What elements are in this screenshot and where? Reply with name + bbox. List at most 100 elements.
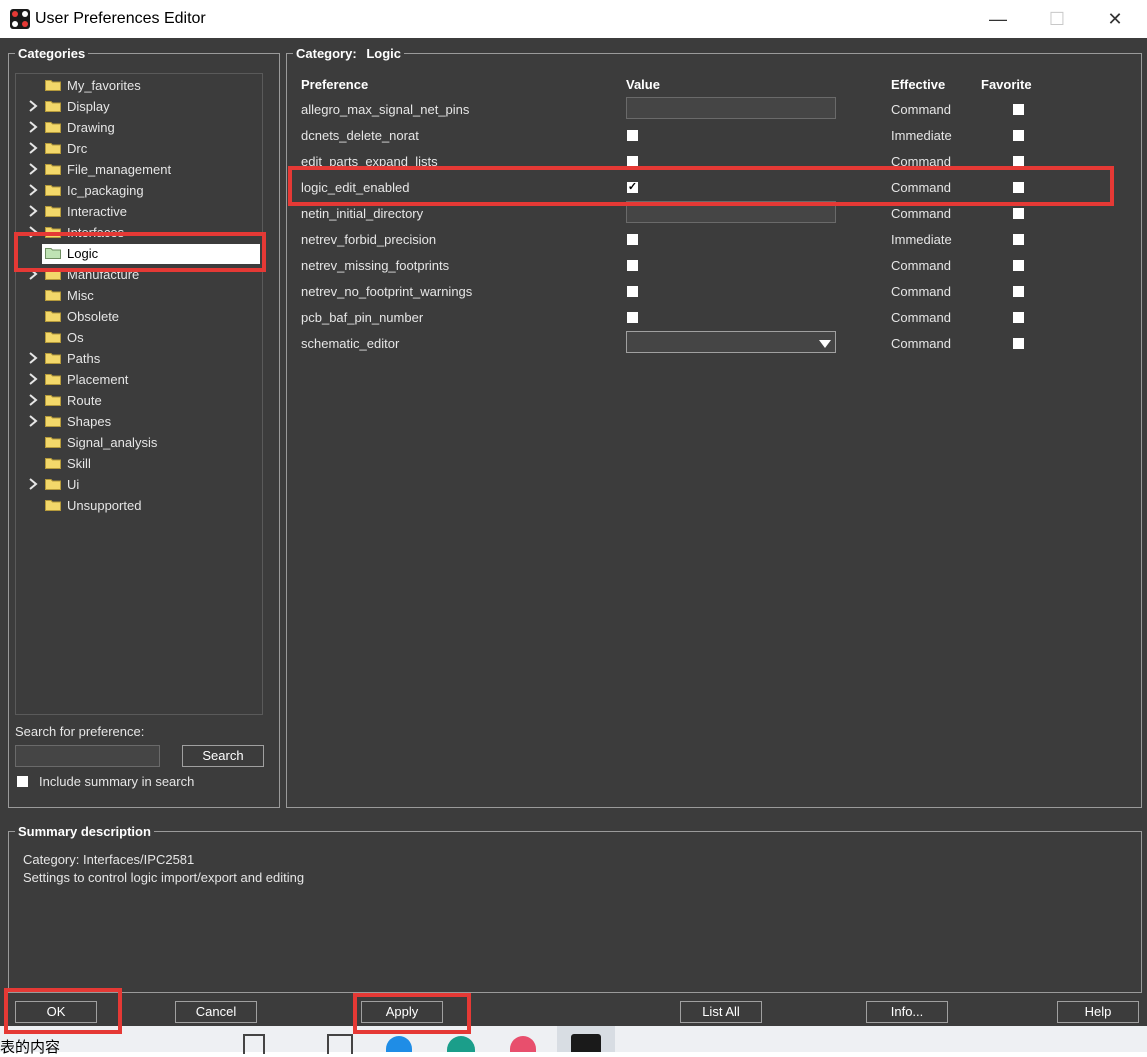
tree-item-drc[interactable]: Drc [16,139,260,159]
close-icon[interactable]: ✕ [1085,0,1145,38]
folder-icon [45,352,61,364]
help-button[interactable]: Help [1057,1001,1139,1023]
tree-item-ic-packaging[interactable]: Ic_packaging [16,181,260,201]
preference-row[interactable]: pcb_baf_pin_number Command [300,305,1120,331]
taskbar-app-icon[interactable] [510,1036,536,1052]
chevron-right-icon[interactable] [27,183,39,197]
taskbar-app-icon[interactable] [447,1036,475,1052]
value-checkbox[interactable] [627,130,638,141]
value-input[interactable] [626,97,836,119]
preference-row[interactable]: dcnets_delete_norat Immediate [300,123,1120,149]
effective-value: Immediate [891,232,952,247]
search-input[interactable] [15,745,160,767]
favorite-checkbox[interactable] [1013,130,1024,141]
taskbar-app-icon[interactable] [243,1034,265,1054]
taskbar-app-icon[interactable] [327,1034,353,1054]
folder-icon [45,394,61,406]
tree-item-ui[interactable]: Ui [16,475,260,495]
tree-item-label: Misc [67,288,94,303]
effective-value: Command [891,336,951,351]
tree-item-file-management[interactable]: File_management [16,160,260,180]
preference-name: allegro_max_signal_net_pins [301,102,470,117]
tree-item-label: Display [67,99,110,114]
preference-row[interactable]: netrev_no_footprint_warnings Command [300,279,1120,305]
maximize-icon[interactable]: ☐ [1027,0,1087,38]
tree-item-my-favorites[interactable]: My_favorites [16,76,260,96]
chevron-right-icon[interactable] [27,351,39,365]
folder-icon [45,499,61,511]
favorite-checkbox[interactable] [1013,234,1024,245]
tree-item-unsupported[interactable]: Unsupported [16,496,260,516]
tree-item-label: Signal_analysis [67,435,158,450]
folder-icon [45,79,61,91]
window-title: User Preferences Editor [35,10,206,27]
preference-name: pcb_baf_pin_number [301,310,424,325]
value-checkbox[interactable] [627,234,638,245]
preference-row[interactable]: netrev_missing_footprints Command [300,253,1120,279]
favorite-checkbox[interactable] [1013,260,1024,271]
category-panel-label: Category: Logic [293,46,404,61]
tree-item-paths[interactable]: Paths [16,349,260,369]
highlight-logic-category [14,232,266,272]
tree-item-placement[interactable]: Placement [16,370,260,390]
preference-name: dcnets_delete_norat [301,128,419,143]
cancel-button[interactable]: Cancel [175,1001,257,1023]
search-label: Search for preference: [15,724,145,739]
chevron-right-icon[interactable] [27,204,39,218]
tree-item-label: Drawing [67,120,115,135]
chevron-right-icon[interactable] [27,99,39,113]
app-taskbar-icon [571,1034,601,1052]
tree-item-misc[interactable]: Misc [16,286,260,306]
value-checkbox[interactable] [627,286,638,297]
effective-value: Command [891,310,951,325]
search-button[interactable]: Search [182,745,264,767]
tree-item-signal-analysis[interactable]: Signal_analysis [16,433,260,453]
value-checkbox[interactable] [627,260,638,271]
favorite-checkbox[interactable] [1013,208,1024,219]
tree-item-shapes[interactable]: Shapes [16,412,260,432]
chevron-right-icon[interactable] [27,141,39,155]
chevron-right-icon[interactable] [27,477,39,491]
preference-name: netrev_no_footprint_warnings [301,284,473,299]
folder-icon [45,121,61,133]
chevron-right-icon[interactable] [27,414,39,428]
taskbar-app-icon[interactable] [386,1036,412,1052]
favorite-checkbox[interactable] [1013,104,1024,115]
tree-item-label: Placement [67,372,129,387]
include-summary-checkbox[interactable] [17,776,28,787]
chevron-down-icon[interactable] [819,337,831,352]
tree-item-interactive[interactable]: Interactive [16,202,260,222]
chevron-right-icon[interactable] [27,162,39,176]
highlight-logic-edit-row [288,166,1114,206]
taskbar-active-app[interactable] [557,1026,615,1052]
preference-row[interactable]: allegro_max_signal_net_pins Command [300,97,1120,123]
preference-name: netrev_missing_footprints [301,258,450,273]
info-button[interactable]: Info... [866,1001,948,1023]
favorite-checkbox[interactable] [1013,286,1024,297]
tree-item-label: Paths [67,351,101,366]
list-all-button[interactable]: List All [680,1001,762,1023]
minimize-icon[interactable]: — [968,0,1028,38]
folder-icon [45,205,61,217]
tree-item-label: Ui [67,477,80,492]
preference-row[interactable]: netrev_forbid_precision Immediate [300,227,1120,253]
preference-row[interactable]: schematic_editor Command [300,331,1120,357]
category-label-prefix: Category: [296,46,357,61]
effective-value: Command [891,258,951,273]
favorite-checkbox[interactable] [1013,338,1024,349]
tree-item-display[interactable]: Display [16,97,260,117]
chevron-right-icon[interactable] [27,120,39,134]
chevron-right-icon[interactable] [27,393,39,407]
categories-group-label: Categories [15,46,89,61]
tree-item-os[interactable]: Os [16,328,260,348]
category-tree[interactable]: My_favorites Display Drawing Drc File_manage… [15,73,263,715]
tree-item-route[interactable]: Route [16,391,260,411]
highlight-apply-button [353,993,471,1034]
value-dropdown[interactable] [626,331,836,353]
chevron-right-icon[interactable] [27,372,39,386]
favorite-checkbox[interactable] [1013,312,1024,323]
tree-item-obsolete[interactable]: Obsolete [16,307,260,327]
tree-item-skill[interactable]: Skill [16,454,260,474]
tree-item-drawing[interactable]: Drawing [16,118,260,138]
value-checkbox[interactable] [627,312,638,323]
